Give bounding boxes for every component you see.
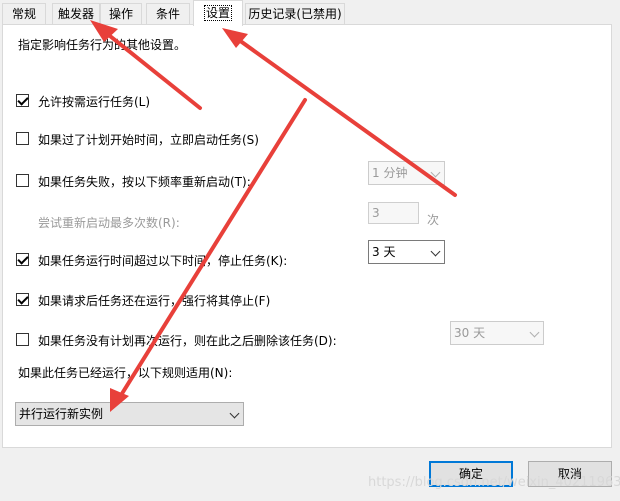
tab-triggers-label: 触发器	[57, 7, 94, 21]
stop-after-select[interactable]: 3 天	[368, 240, 445, 264]
tab-general-label: 常规	[11, 7, 36, 21]
tab-bar: 常规 触发器 操作 条件 设置 历史记录(已禁用)	[0, 0, 620, 26]
chevron-down-icon	[229, 408, 240, 419]
restart-count-unit: 次	[427, 213, 440, 227]
rule-value: 并行运行新实例	[19, 407, 104, 421]
restart-count-value: 3	[372, 206, 380, 220]
allow-on-demand-checkbox[interactable]	[16, 94, 29, 107]
rule-select[interactable]: 并行运行新实例	[15, 402, 244, 426]
watermark-text: https://blog.csdn.net/weixin_40211963	[368, 475, 620, 490]
chevron-down-icon	[529, 327, 540, 338]
stop-if-long-label: 如果任务运行时间超过以下时间，停止任务(K):	[38, 254, 288, 268]
restart-on-fail-label: 如果任务失败，按以下频率重新启动(T):	[38, 175, 251, 189]
chevron-down-icon	[430, 246, 441, 257]
delete-after-select[interactable]: 30 天	[450, 321, 544, 345]
delete-if-unscheduled-label: 如果任务没有计划再次运行，则在此之后删除该任务(D):	[38, 334, 337, 348]
restart-interval-value: 1 分钟	[372, 166, 408, 180]
intro-text: 指定影响任务行为的其他设置。	[18, 38, 187, 52]
settings-panel	[2, 24, 612, 448]
tab-history-label: 历史记录(已禁用)	[248, 7, 342, 21]
force-stop-checkbox[interactable]	[16, 293, 29, 306]
stop-after-value: 3 天	[372, 245, 396, 259]
stop-if-long-checkbox[interactable]	[16, 253, 29, 266]
restart-interval-select[interactable]: 1 分钟	[368, 161, 445, 185]
tab-general[interactable]: 常规	[2, 3, 46, 24]
chevron-down-icon	[430, 167, 441, 178]
tab-triggers[interactable]: 触发器	[52, 3, 100, 24]
force-stop-label: 如果请求后任务还在运行，强行将其停止(F)	[38, 294, 271, 308]
restart-count-field[interactable]: 3	[368, 202, 419, 224]
restart-attempts-label: 尝试重新启动最多次数(R):	[38, 216, 180, 230]
rule-label: 如果此任务已经运行，以下规则适用(N):	[18, 366, 233, 380]
tab-actions-label: 操作	[108, 7, 133, 21]
tab-actions[interactable]: 操作	[100, 3, 142, 24]
tab-history[interactable]: 历史记录(已禁用)	[245, 3, 345, 24]
tab-settings[interactable]: 设置	[193, 0, 243, 26]
delete-after-value: 30 天	[454, 326, 486, 340]
tab-settings-label: 设置	[203, 5, 233, 21]
run-if-missed-label: 如果过了计划开始时间，立即启动任务(S)	[38, 133, 259, 147]
run-if-missed-checkbox[interactable]	[16, 132, 29, 145]
allow-on-demand-label: 允许按需运行任务(L)	[38, 95, 151, 109]
tab-conditions-label: 条件	[155, 7, 180, 21]
delete-if-unscheduled-checkbox[interactable]	[16, 333, 29, 346]
tab-conditions[interactable]: 条件	[146, 3, 190, 24]
restart-on-fail-checkbox[interactable]	[16, 174, 29, 187]
